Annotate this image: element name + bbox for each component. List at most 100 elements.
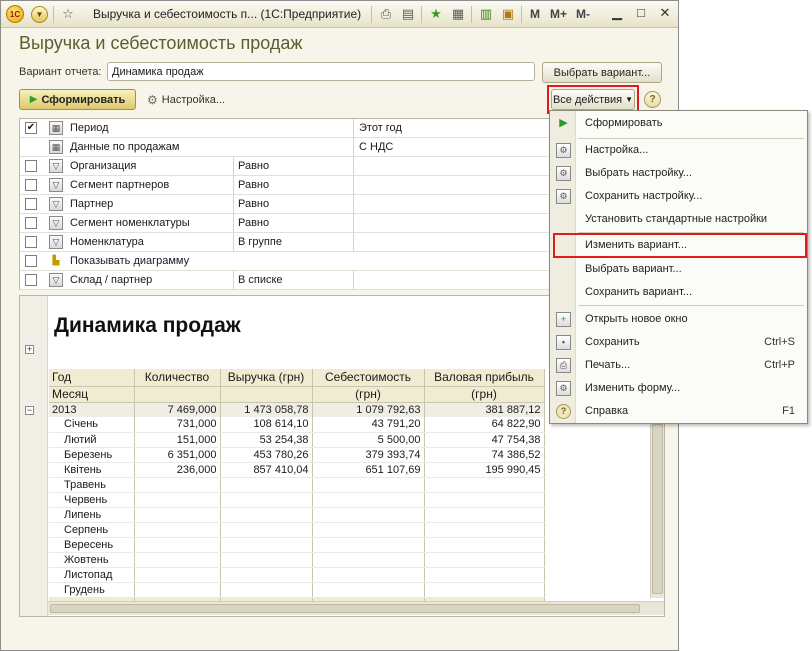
settings-row[interactable]: ▽ Организация Равно bbox=[20, 157, 550, 176]
play-icon: ▶ bbox=[559, 117, 568, 129]
vertical-scrollbar[interactable] bbox=[650, 422, 664, 598]
setting-condition[interactable]: Равно bbox=[238, 217, 269, 229]
table-row[interactable]: Липень bbox=[49, 507, 545, 523]
table-row[interactable]: Січень 731,000 108 614,10 43 791,20 64 822,9… bbox=[49, 417, 545, 433]
setting-name: Организация bbox=[70, 160, 137, 172]
table-row[interactable]: Лютий 151,000 53 254,38 5 500,00 47 754,38 bbox=[49, 432, 545, 448]
print-icon[interactable]: ⎙ bbox=[377, 5, 395, 23]
checkbox[interactable] bbox=[25, 236, 37, 248]
table-row[interactable]: Червень bbox=[49, 492, 545, 508]
minimize-icon[interactable]: ▁ bbox=[608, 5, 626, 21]
setting-name: Данные по продажам bbox=[70, 141, 180, 153]
app-logo-icon[interactable]: 1С bbox=[6, 5, 24, 23]
memory-minus-button[interactable]: M- bbox=[576, 7, 590, 21]
table-row[interactable]: Березень 6 351,000 453 780,26 379 393,74 74 … bbox=[49, 447, 545, 463]
choose-variant-button[interactable]: Выбрать вариант... bbox=[542, 62, 662, 83]
memory-plus-button[interactable]: M+ bbox=[550, 7, 567, 21]
generate-button[interactable]: ▶ Сформировать bbox=[19, 89, 136, 110]
info-icon[interactable]: ▦ bbox=[449, 5, 467, 23]
expand-icon[interactable]: + bbox=[25, 345, 34, 354]
settings-row[interactable]: ▽ Номенклатура В группе bbox=[20, 233, 550, 252]
table-row[interactable]: Серпень bbox=[49, 522, 545, 538]
table-row[interactable]: Грудень bbox=[49, 582, 545, 598]
setting-condition[interactable]: В списке bbox=[238, 274, 283, 286]
checkbox[interactable]: ✔ bbox=[25, 122, 37, 134]
checkbox[interactable] bbox=[25, 198, 37, 210]
settings-row[interactable]: ▦ Данные по продажам С НДС bbox=[20, 138, 550, 157]
setting-condition[interactable]: Равно bbox=[238, 160, 269, 172]
close-icon[interactable]: ✕ bbox=[656, 5, 674, 21]
cell: 651 107,69 bbox=[312, 462, 425, 478]
setting-condition[interactable]: В группе bbox=[238, 236, 282, 248]
setting-value[interactable]: Этот год bbox=[359, 122, 402, 134]
scroll-thumb[interactable] bbox=[652, 424, 663, 594]
checkbox[interactable] bbox=[25, 179, 37, 191]
favorites-icon[interactable]: ★ bbox=[427, 5, 445, 23]
preview-icon[interactable]: ▤ bbox=[399, 5, 417, 23]
print-icon: ⎙ bbox=[556, 358, 571, 373]
horizontal-scrollbar[interactable] bbox=[48, 601, 664, 615]
cell: Червень bbox=[49, 492, 135, 508]
maximize-icon[interactable]: □ bbox=[632, 5, 650, 20]
calculator-icon[interactable]: ▥ bbox=[477, 5, 495, 23]
menu-item-save-settings[interactable]: ⚙ Сохранить настройку... bbox=[550, 186, 807, 207]
setting-condition[interactable]: Равно bbox=[238, 198, 269, 210]
menu-item-save-variant[interactable]: Сохранить вариант... bbox=[550, 282, 807, 303]
cell: 53 254,38 bbox=[220, 432, 313, 448]
menu-item-choose-settings[interactable]: ⚙ Выбрать настройку... bbox=[550, 163, 807, 184]
table-row[interactable]: Листопад bbox=[49, 567, 545, 583]
variant-field[interactable]: Динамика продаж bbox=[107, 62, 535, 81]
setting-value[interactable]: С НДС bbox=[359, 141, 393, 153]
cell: 2013 bbox=[49, 402, 135, 417]
table-row[interactable]: Травень bbox=[49, 477, 545, 493]
setting-condition[interactable]: Равно bbox=[238, 179, 269, 191]
collapse-icon[interactable]: − bbox=[25, 406, 34, 415]
separator bbox=[521, 6, 522, 23]
help-icon[interactable]: ? bbox=[644, 91, 661, 108]
menu-item-print[interactable]: ⎙ Печать... Ctrl+P bbox=[550, 355, 807, 376]
column-divider bbox=[353, 214, 354, 233]
checkbox[interactable] bbox=[25, 274, 37, 286]
save-icon: ▪ bbox=[556, 335, 571, 350]
menu-item-save[interactable]: ▪ Сохранить Ctrl+S bbox=[550, 332, 807, 353]
menu-item-label: Изменить форму... bbox=[585, 382, 681, 394]
menu-item-help[interactable]: ? Справка F1 bbox=[550, 401, 807, 422]
menu-item-edit-form[interactable]: ⚙ Изменить форму... bbox=[550, 378, 807, 399]
menu-dropdown-icon[interactable]: ▼ bbox=[31, 5, 48, 23]
memory-m-button[interactable]: M bbox=[530, 7, 540, 21]
checkbox[interactable] bbox=[25, 217, 37, 229]
settings-row[interactable]: ▽ Сегмент номенклатуры Равно bbox=[20, 214, 550, 233]
table-row[interactable]: Квітень 236,000 857 410,04 651 107,69 195 99… bbox=[49, 462, 545, 478]
report-title: Динамика продаж bbox=[54, 314, 241, 337]
period-icon: ▦ bbox=[49, 121, 63, 135]
menu-item-standard-settings[interactable]: Установить стандартные настройки bbox=[550, 209, 807, 230]
table-row[interactable]: Вересень bbox=[49, 537, 545, 553]
settings-row[interactable]: ▽ Партнер Равно bbox=[20, 195, 550, 214]
cell bbox=[424, 492, 545, 508]
menu-item-choose-variant[interactable]: Выбрать вариант... bbox=[550, 259, 807, 280]
menu-item-settings[interactable]: ⚙ Настройка... bbox=[550, 140, 807, 161]
cell: 381 887,12 bbox=[424, 402, 545, 417]
variant-label: Вариант отчета: bbox=[19, 66, 102, 78]
settings-row[interactable]: ▽ Склад / партнер В списке bbox=[20, 271, 550, 290]
filter-icon: ▽ bbox=[49, 159, 63, 173]
star-icon[interactable]: ☆ bbox=[59, 5, 77, 23]
calendar-icon[interactable]: ▣ bbox=[499, 5, 517, 23]
checkbox[interactable] bbox=[25, 160, 37, 172]
settings-row[interactable]: ✔ ▦ Период Этот год bbox=[20, 119, 550, 138]
scroll-thumb[interactable] bbox=[50, 604, 640, 613]
menu-item-generate[interactable]: ▶ Сформировать bbox=[550, 113, 807, 134]
settings-row[interactable]: ▽ Сегмент партнеров Равно bbox=[20, 176, 550, 195]
table-row[interactable]: Жовтень bbox=[49, 552, 545, 568]
settings-link[interactable]: ⚙ Настройка... bbox=[147, 93, 225, 107]
cell: 74 386,52 bbox=[424, 447, 545, 463]
table-row[interactable]: 2013 7 469,000 1 473 058,78 1 079 792,63… bbox=[49, 402, 545, 417]
settings-row[interactable]: ▙ Показывать диаграмму bbox=[20, 252, 550, 271]
cell bbox=[220, 492, 313, 508]
cell bbox=[312, 507, 425, 523]
cell bbox=[424, 477, 545, 493]
filter-icon: ▽ bbox=[49, 273, 63, 287]
checkbox[interactable] bbox=[25, 255, 37, 267]
column-header: Количество bbox=[134, 369, 221, 387]
menu-item-new-window[interactable]: + Открыть новое окно bbox=[550, 309, 807, 330]
